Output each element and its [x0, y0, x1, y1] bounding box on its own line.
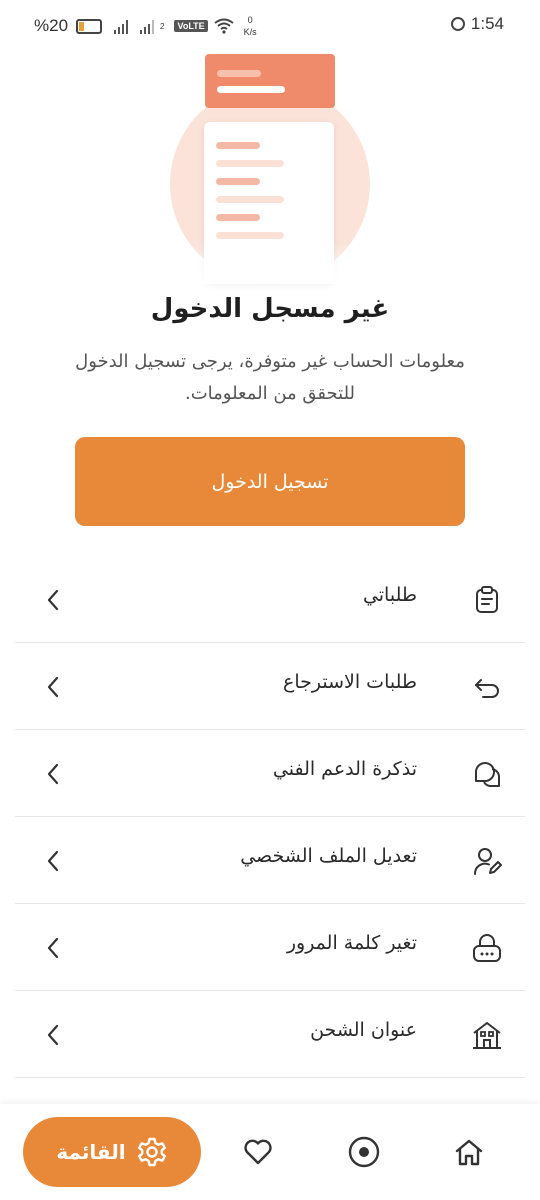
battery-percent: %20	[34, 16, 69, 35]
clock-time: 1:54	[470, 14, 504, 33]
status-bar-left: %20 2 VoLTE 0 K/s	[34, 14, 257, 38]
lock-icon	[473, 934, 501, 962]
illustration-header-card	[205, 54, 335, 108]
account-menu-list: طلباتي طلبات الاسترجاع تذكرة الدعم الفني	[15, 556, 525, 1078]
nav-home-button[interactable]	[449, 1132, 489, 1172]
chevron-left-icon	[47, 850, 59, 872]
chevron-left-icon	[47, 676, 59, 698]
login-required-message: معلومات الحساب غير متوفرة، يرجى تسجيل ال…	[75, 351, 465, 404]
circle-dot-icon	[348, 1136, 380, 1168]
menu-item-my-orders[interactable]: طلباتي	[15, 556, 525, 643]
nav-record-button[interactable]	[344, 1132, 384, 1172]
status-bar-right: 1:54	[450, 14, 504, 34]
not-logged-in-illustration	[170, 54, 370, 284]
battery-icon	[76, 18, 103, 34]
gear-icon	[137, 1137, 166, 1167]
menu-item-label: تعديل الملف الشخصي	[240, 845, 417, 867]
menu-item-label: طلباتي	[362, 584, 417, 606]
volte-badge: VoLTE	[174, 20, 208, 32]
login-button[interactable]: تسجيل الدخول	[75, 437, 465, 526]
page-title: غير مسجل الدخول	[150, 294, 390, 324]
network-speed-value: 0	[247, 15, 253, 25]
chevron-left-icon	[47, 763, 59, 785]
menu-item-support-ticket[interactable]: تذكرة الدعم الفني	[15, 730, 525, 817]
menu-item-return-requests[interactable]: طلبات الاسترجاع	[15, 643, 525, 730]
status-bar: %20 2 VoLTE 0 K/s 1:54	[0, 0, 540, 52]
alarm-icon	[450, 17, 465, 31]
clipboard-icon	[476, 586, 498, 613]
user-edit-icon	[473, 848, 502, 875]
chat-bubbles-icon	[475, 762, 501, 787]
menu-item-label: طلبات الاسترجاع	[283, 671, 417, 693]
menu-item-edit-profile[interactable]: تعديل الملف الشخصي	[15, 817, 525, 904]
menu-item-shipping-address[interactable]: عنوان الشحن	[15, 991, 525, 1078]
chevron-left-icon	[47, 937, 59, 959]
return-arrow-icon	[475, 679, 499, 698]
house-icon	[473, 1022, 501, 1049]
menu-item-label: تذكرة الدعم الفني	[272, 758, 417, 780]
nav-favorites-button[interactable]	[238, 1132, 278, 1172]
network-speed-unit: K/s	[243, 27, 257, 37]
sim2-label: 2	[160, 21, 165, 31]
wifi-icon	[214, 18, 234, 34]
network-speed: 0 K/s	[244, 14, 257, 38]
menu-item-change-password[interactable]: تغير كلمة المرور	[15, 904, 525, 991]
signal-strength-sim2-icon	[140, 19, 155, 34]
nav-menu-button[interactable]: القائمة	[23, 1117, 201, 1187]
menu-item-label: عنوان الشحن	[310, 1019, 417, 1041]
signal-strength-icon	[114, 19, 129, 34]
menu-item-label: تغير كلمة المرور	[286, 932, 417, 954]
chevron-left-icon	[47, 1024, 59, 1046]
home-icon	[455, 1139, 483, 1166]
bottom-navigation: القائمة	[0, 1104, 540, 1200]
heart-icon	[244, 1139, 272, 1165]
chevron-left-icon	[47, 589, 59, 611]
nav-menu-label: القائمة	[56, 1140, 126, 1164]
